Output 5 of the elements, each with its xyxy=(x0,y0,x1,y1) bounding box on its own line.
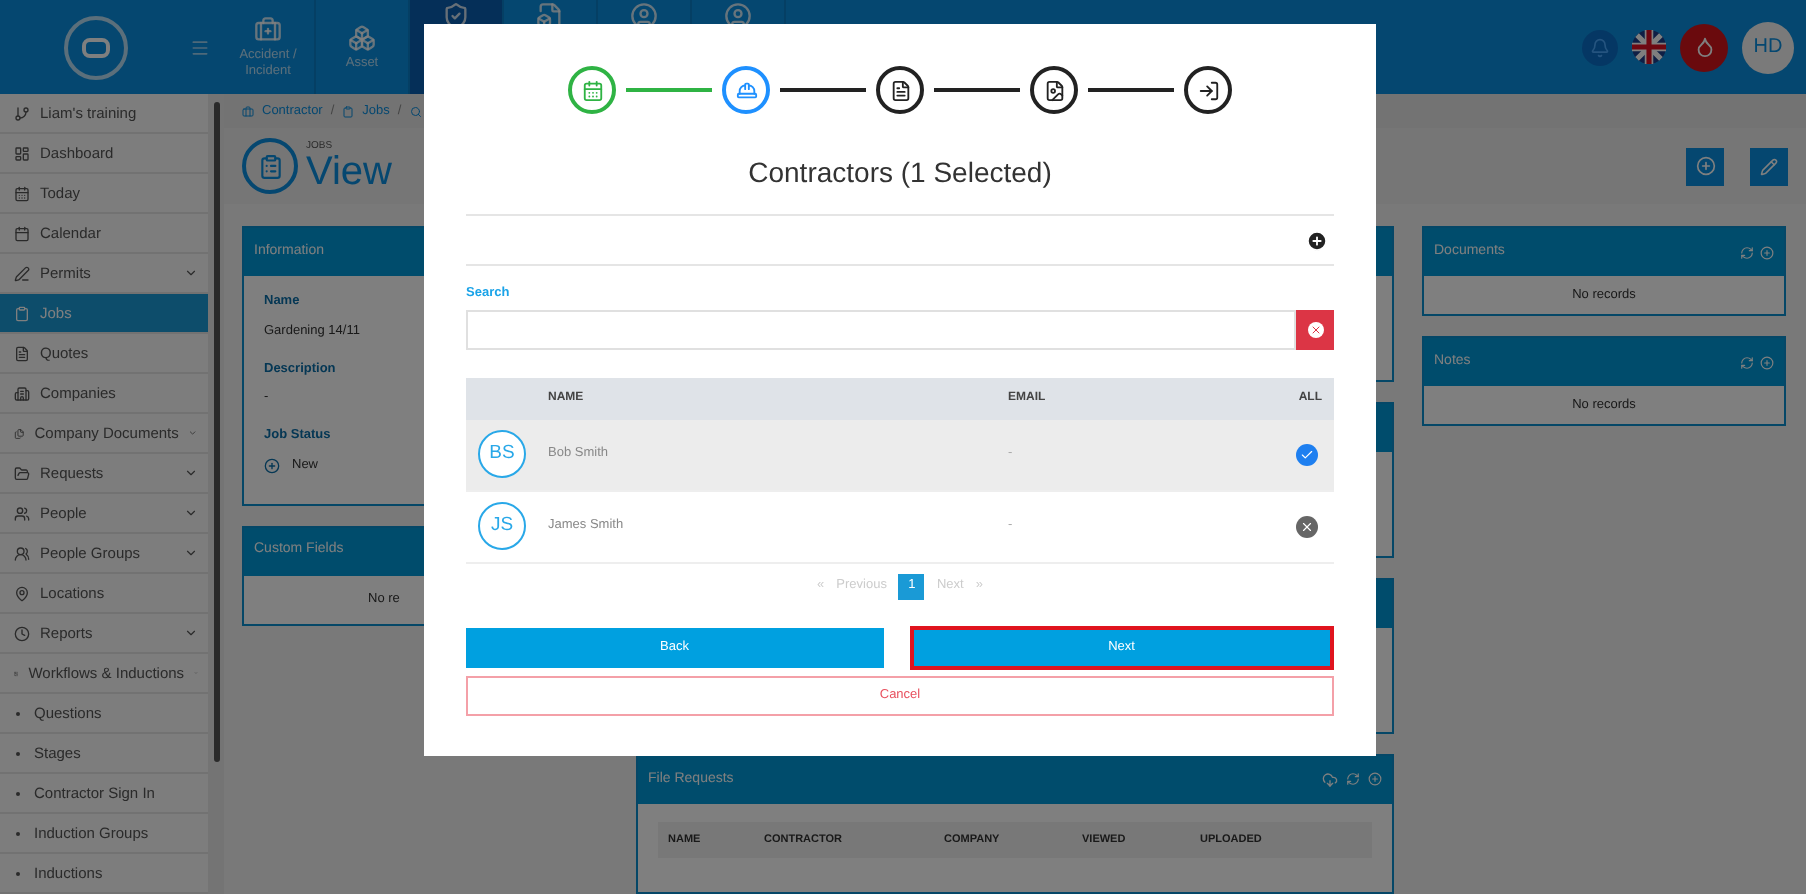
user-avatar[interactable]: HD xyxy=(1742,21,1794,73)
page-title: View xyxy=(306,151,392,192)
modal-title: Contractors (1 Selected) xyxy=(746,154,1054,192)
contractor-avatar: JS xyxy=(478,502,526,551)
contractor-avatar: BS xyxy=(478,430,526,479)
